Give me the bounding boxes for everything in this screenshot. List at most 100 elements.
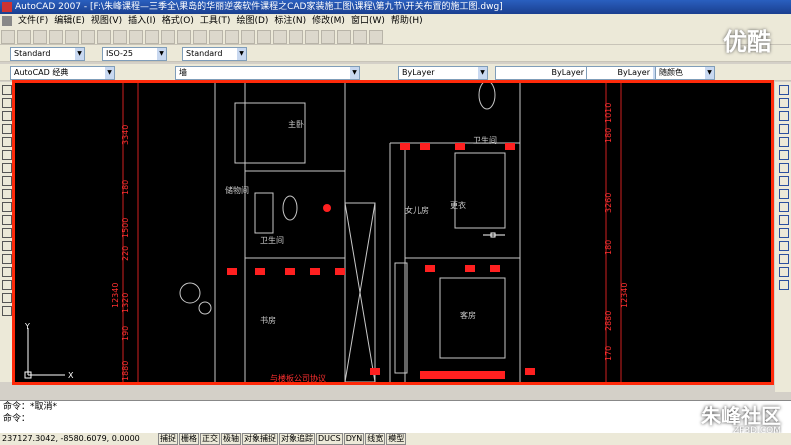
workspace-select[interactable]: AutoCAD 经典 ▼ bbox=[10, 66, 115, 80]
linetype-select[interactable]: ByLayer▼ bbox=[495, 66, 597, 80]
mtext-icon[interactable] bbox=[2, 306, 12, 316]
text-style-select[interactable]: Standard ▼ bbox=[10, 47, 85, 61]
copy-object-icon[interactable] bbox=[779, 98, 789, 108]
zoom-realtime-icon[interactable] bbox=[225, 30, 239, 44]
extend-icon[interactable] bbox=[779, 215, 789, 225]
menu-tools[interactable]: 工具(T) bbox=[197, 16, 234, 26]
offset-icon[interactable] bbox=[779, 124, 789, 134]
dim-style-select[interactable]: ISO-25 ▼ bbox=[102, 47, 167, 61]
room-label: 客房 bbox=[460, 310, 476, 320]
menu-dimension[interactable]: 标注(N) bbox=[271, 16, 309, 26]
zoom-previous-icon[interactable] bbox=[257, 30, 271, 44]
fillet-icon[interactable] bbox=[779, 267, 789, 277]
block-editor-icon[interactable] bbox=[161, 30, 175, 44]
plotstyle-select[interactable]: 随颜色 ▼ bbox=[655, 66, 715, 80]
layer-select[interactable]: 墙 ▼ bbox=[175, 66, 360, 80]
explode-icon[interactable] bbox=[779, 280, 789, 290]
tool-palettes-icon[interactable] bbox=[305, 30, 319, 44]
save-icon[interactable] bbox=[33, 30, 47, 44]
scale-icon[interactable] bbox=[779, 176, 789, 186]
revision-cloud-icon[interactable] bbox=[2, 176, 12, 186]
menu-modify[interactable]: 修改(M) bbox=[309, 16, 348, 26]
gradient-icon[interactable] bbox=[2, 267, 12, 277]
menu-draw[interactable]: 绘图(D) bbox=[233, 16, 271, 26]
point-icon[interactable] bbox=[2, 241, 12, 251]
zoom-window-icon[interactable] bbox=[241, 30, 255, 44]
rectangle-icon[interactable] bbox=[2, 137, 12, 147]
rotate-icon[interactable] bbox=[779, 163, 789, 173]
markup-icon[interactable] bbox=[337, 30, 351, 44]
insert-block-icon[interactable] bbox=[2, 215, 12, 225]
menu-edit[interactable]: 编辑(E) bbox=[51, 16, 88, 26]
drawing-canvas[interactable]: 主卧 卫生间 女儿房 储物间 更衣 卫生间 书房 客房 3340 180 150… bbox=[12, 80, 774, 385]
ducs-toggle[interactable]: DUCS bbox=[316, 433, 343, 445]
lineweight-toggle[interactable]: 线宽 bbox=[365, 433, 386, 445]
move-icon[interactable] bbox=[779, 150, 789, 160]
window-title: AutoCAD 2007 - [F:\朱峰课程—三季全\果岛的华丽逆袭软件课程之… bbox=[15, 2, 503, 12]
plotstyle-value: 随颜色 bbox=[659, 68, 683, 77]
properties-icon[interactable] bbox=[273, 30, 287, 44]
hatch-icon[interactable] bbox=[2, 254, 12, 264]
new-icon[interactable] bbox=[1, 30, 15, 44]
ellipse-icon[interactable] bbox=[2, 202, 12, 212]
table-icon[interactable] bbox=[2, 293, 12, 303]
chevron-down-icon: ▼ bbox=[478, 67, 487, 79]
circle-icon[interactable] bbox=[2, 163, 12, 173]
command-input-line[interactable]: 命令： bbox=[0, 413, 791, 425]
menu-window[interactable]: 窗口(W) bbox=[348, 16, 388, 26]
copy-icon[interactable] bbox=[113, 30, 127, 44]
dyn-toggle[interactable]: DYN bbox=[343, 433, 365, 445]
match-properties-icon[interactable] bbox=[145, 30, 159, 44]
menu-help[interactable]: 帮助(H) bbox=[388, 16, 426, 26]
polar-toggle[interactable]: 极轴 bbox=[221, 433, 241, 445]
chamfer-icon[interactable] bbox=[779, 254, 789, 264]
polyline-icon[interactable] bbox=[2, 111, 12, 121]
grid-toggle[interactable]: 栅格 bbox=[179, 433, 199, 445]
menu-format[interactable]: 格式(O) bbox=[159, 16, 197, 26]
construction-line-icon[interactable] bbox=[2, 98, 12, 108]
erase-icon[interactable] bbox=[779, 85, 789, 95]
calculator-icon[interactable] bbox=[353, 30, 367, 44]
dimension-label: 3340 bbox=[121, 125, 130, 145]
table-style-select[interactable]: Standard ▼ bbox=[182, 47, 247, 61]
menu-view[interactable]: 视图(V) bbox=[88, 16, 125, 26]
print-icon[interactable] bbox=[49, 30, 63, 44]
open-icon[interactable] bbox=[17, 30, 31, 44]
region-icon[interactable] bbox=[2, 280, 12, 290]
pan-icon[interactable] bbox=[209, 30, 223, 44]
mirror-icon[interactable] bbox=[779, 111, 789, 121]
design-center-icon[interactable] bbox=[289, 30, 303, 44]
lineweight-select[interactable]: ByLayer▼ bbox=[586, 66, 663, 80]
stretch-icon[interactable] bbox=[779, 189, 789, 199]
preview-icon[interactable] bbox=[65, 30, 79, 44]
snap-toggle[interactable]: 捕捉 bbox=[158, 433, 178, 445]
osnap-toggle[interactable]: 对象捕捉 bbox=[242, 433, 278, 445]
model-toggle[interactable]: 模型 bbox=[386, 433, 407, 445]
line-icon[interactable] bbox=[2, 85, 12, 95]
redo-icon[interactable] bbox=[193, 30, 207, 44]
help-icon[interactable] bbox=[369, 30, 383, 44]
make-block-icon[interactable] bbox=[2, 228, 12, 238]
menu-file[interactable]: 文件(F) bbox=[15, 16, 51, 26]
spline-icon[interactable] bbox=[2, 189, 12, 199]
join-icon[interactable] bbox=[779, 241, 789, 251]
dimension-label: 3260 bbox=[604, 193, 613, 213]
chevron-down-icon: ▼ bbox=[350, 67, 359, 79]
paste-icon[interactable] bbox=[129, 30, 143, 44]
arc-icon[interactable] bbox=[2, 150, 12, 160]
polygon-icon[interactable] bbox=[2, 124, 12, 134]
command-window[interactable]: 命令：*取消* 命令： bbox=[0, 400, 791, 433]
undo-icon[interactable] bbox=[177, 30, 191, 44]
menu-insert[interactable]: 插入(I) bbox=[125, 16, 159, 26]
sheet-set-icon[interactable] bbox=[321, 30, 335, 44]
room-label: 卫生间 bbox=[260, 235, 284, 245]
publish-icon[interactable] bbox=[81, 30, 95, 44]
ortho-toggle[interactable]: 正交 bbox=[200, 433, 220, 445]
array-icon[interactable] bbox=[779, 137, 789, 147]
break-icon[interactable] bbox=[779, 228, 789, 238]
trim-icon[interactable] bbox=[779, 202, 789, 212]
document-icon[interactable] bbox=[2, 16, 12, 26]
otrack-toggle[interactable]: 对象追踪 bbox=[279, 433, 315, 445]
color-select[interactable]: ByLayer ▼ bbox=[398, 66, 488, 80]
cut-icon[interactable] bbox=[97, 30, 111, 44]
